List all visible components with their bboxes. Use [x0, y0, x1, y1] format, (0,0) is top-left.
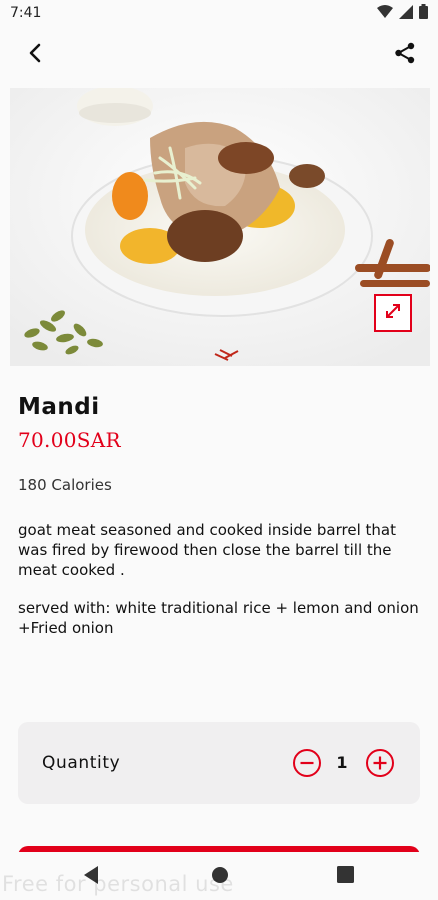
app-bar	[0, 28, 438, 84]
quantity-value: 1	[336, 753, 348, 772]
share-icon	[394, 42, 416, 68]
product-calories: 180 Calories	[18, 476, 112, 494]
signal-icon	[399, 4, 413, 23]
increase-quantity-button[interactable]	[365, 748, 395, 778]
watermark: Free for personal use	[2, 872, 234, 896]
minus-icon	[292, 749, 322, 782]
product-description: goat meat seasoned and cooked inside bar…	[18, 521, 396, 579]
wifi-icon	[377, 4, 393, 23]
battery-icon	[419, 4, 428, 23]
quantity-label: Quantity	[42, 753, 121, 773]
product-name: Mandi	[18, 394, 100, 420]
plus-icon	[365, 749, 395, 782]
expand-icon	[384, 302, 402, 324]
back-arrow-icon	[28, 43, 42, 67]
decrease-quantity-button[interactable]	[292, 748, 322, 778]
product-price: 70.00SAR	[18, 428, 121, 452]
quantity-selector: Quantity 1	[18, 722, 420, 804]
back-button[interactable]	[20, 40, 50, 70]
nav-recent-icon[interactable]	[337, 866, 354, 887]
served-with: served with: white traditional rice + le…	[18, 599, 419, 637]
status-time: 7:41	[10, 5, 42, 21]
status-icons	[377, 4, 428, 23]
share-button[interactable]	[390, 40, 420, 70]
expand-image-button[interactable]	[374, 294, 412, 332]
status-bar: 7:41	[0, 0, 438, 28]
product-image	[10, 88, 430, 366]
mandi-dish-illustration	[10, 88, 430, 366]
